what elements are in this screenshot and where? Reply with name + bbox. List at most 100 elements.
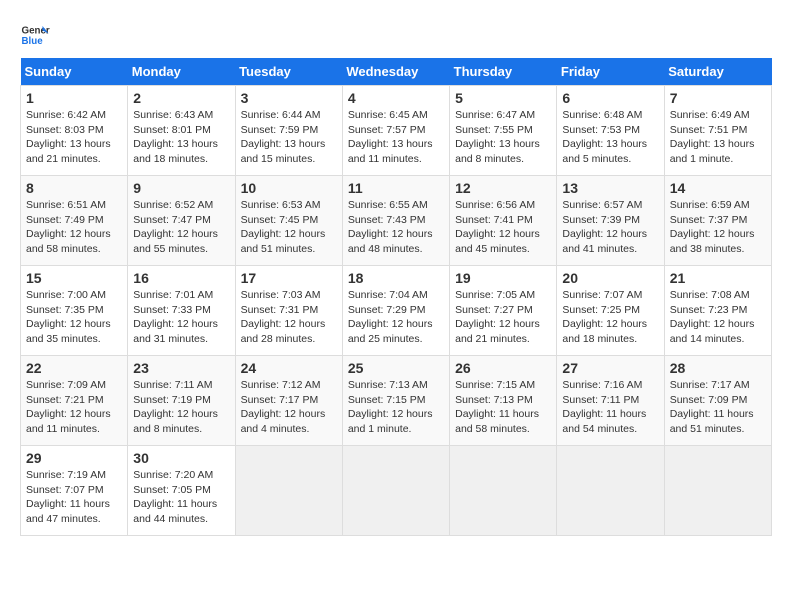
day-info: Sunrise: 6:55 AM Sunset: 7:43 PM Dayligh…: [348, 198, 444, 257]
day-info: Sunrise: 6:43 AM Sunset: 8:01 PM Dayligh…: [133, 108, 229, 167]
day-number: 29: [26, 450, 122, 466]
calendar-cell: 29 Sunrise: 7:19 AM Sunset: 7:07 PM Dayl…: [21, 446, 128, 536]
day-number: 25: [348, 360, 444, 376]
weekday-header-sunday: Sunday: [21, 58, 128, 86]
day-number: 18: [348, 270, 444, 286]
weekday-header-friday: Friday: [557, 58, 664, 86]
day-number: 27: [562, 360, 658, 376]
calendar-week-1: 1 Sunrise: 6:42 AM Sunset: 8:03 PM Dayli…: [21, 86, 772, 176]
day-number: 11: [348, 180, 444, 196]
calendar-cell: 16 Sunrise: 7:01 AM Sunset: 7:33 PM Dayl…: [128, 266, 235, 356]
day-number: 3: [241, 90, 337, 106]
day-info: Sunrise: 7:20 AM Sunset: 7:05 PM Dayligh…: [133, 468, 229, 527]
calendar-cell: [450, 446, 557, 536]
day-number: 2: [133, 90, 229, 106]
calendar-cell: 20 Sunrise: 7:07 AM Sunset: 7:25 PM Dayl…: [557, 266, 664, 356]
calendar-cell: 14 Sunrise: 6:59 AM Sunset: 7:37 PM Dayl…: [664, 176, 771, 266]
day-info: Sunrise: 7:12 AM Sunset: 7:17 PM Dayligh…: [241, 378, 337, 437]
calendar-cell: 7 Sunrise: 6:49 AM Sunset: 7:51 PM Dayli…: [664, 86, 771, 176]
calendar-cell: 11 Sunrise: 6:55 AM Sunset: 7:43 PM Dayl…: [342, 176, 449, 266]
day-info: Sunrise: 6:45 AM Sunset: 7:57 PM Dayligh…: [348, 108, 444, 167]
day-number: 17: [241, 270, 337, 286]
day-info: Sunrise: 7:04 AM Sunset: 7:29 PM Dayligh…: [348, 288, 444, 347]
calendar-cell: [664, 446, 771, 536]
calendar-cell: 6 Sunrise: 6:48 AM Sunset: 7:53 PM Dayli…: [557, 86, 664, 176]
calendar-cell: 21 Sunrise: 7:08 AM Sunset: 7:23 PM Dayl…: [664, 266, 771, 356]
day-info: Sunrise: 6:52 AM Sunset: 7:47 PM Dayligh…: [133, 198, 229, 257]
day-info: Sunrise: 6:42 AM Sunset: 8:03 PM Dayligh…: [26, 108, 122, 167]
day-info: Sunrise: 6:44 AM Sunset: 7:59 PM Dayligh…: [241, 108, 337, 167]
calendar-cell: 26 Sunrise: 7:15 AM Sunset: 7:13 PM Dayl…: [450, 356, 557, 446]
day-number: 22: [26, 360, 122, 376]
calendar-table: SundayMondayTuesdayWednesdayThursdayFrid…: [20, 58, 772, 536]
logo-icon: General Blue: [20, 20, 50, 50]
calendar-week-4: 22 Sunrise: 7:09 AM Sunset: 7:21 PM Dayl…: [21, 356, 772, 446]
day-number: 5: [455, 90, 551, 106]
calendar-cell: 24 Sunrise: 7:12 AM Sunset: 7:17 PM Dayl…: [235, 356, 342, 446]
day-number: 10: [241, 180, 337, 196]
day-info: Sunrise: 7:17 AM Sunset: 7:09 PM Dayligh…: [670, 378, 766, 437]
calendar-cell: 3 Sunrise: 6:44 AM Sunset: 7:59 PM Dayli…: [235, 86, 342, 176]
day-info: Sunrise: 6:49 AM Sunset: 7:51 PM Dayligh…: [670, 108, 766, 167]
calendar-week-3: 15 Sunrise: 7:00 AM Sunset: 7:35 PM Dayl…: [21, 266, 772, 356]
calendar-cell: 10 Sunrise: 6:53 AM Sunset: 7:45 PM Dayl…: [235, 176, 342, 266]
weekday-header-wednesday: Wednesday: [342, 58, 449, 86]
logo: General Blue: [20, 20, 50, 50]
day-number: 28: [670, 360, 766, 376]
day-info: Sunrise: 7:19 AM Sunset: 7:07 PM Dayligh…: [26, 468, 122, 527]
calendar-week-5: 29 Sunrise: 7:19 AM Sunset: 7:07 PM Dayl…: [21, 446, 772, 536]
day-number: 26: [455, 360, 551, 376]
day-info: Sunrise: 6:56 AM Sunset: 7:41 PM Dayligh…: [455, 198, 551, 257]
day-info: Sunrise: 7:11 AM Sunset: 7:19 PM Dayligh…: [133, 378, 229, 437]
day-info: Sunrise: 7:08 AM Sunset: 7:23 PM Dayligh…: [670, 288, 766, 347]
calendar-cell: 23 Sunrise: 7:11 AM Sunset: 7:19 PM Dayl…: [128, 356, 235, 446]
day-number: 21: [670, 270, 766, 286]
calendar-week-2: 8 Sunrise: 6:51 AM Sunset: 7:49 PM Dayli…: [21, 176, 772, 266]
day-info: Sunrise: 6:53 AM Sunset: 7:45 PM Dayligh…: [241, 198, 337, 257]
calendar-cell: 17 Sunrise: 7:03 AM Sunset: 7:31 PM Dayl…: [235, 266, 342, 356]
day-info: Sunrise: 6:48 AM Sunset: 7:53 PM Dayligh…: [562, 108, 658, 167]
day-info: Sunrise: 7:15 AM Sunset: 7:13 PM Dayligh…: [455, 378, 551, 437]
day-info: Sunrise: 6:59 AM Sunset: 7:37 PM Dayligh…: [670, 198, 766, 257]
day-number: 23: [133, 360, 229, 376]
weekday-header-row: SundayMondayTuesdayWednesdayThursdayFrid…: [21, 58, 772, 86]
day-info: Sunrise: 7:05 AM Sunset: 7:27 PM Dayligh…: [455, 288, 551, 347]
calendar-cell: 18 Sunrise: 7:04 AM Sunset: 7:29 PM Dayl…: [342, 266, 449, 356]
svg-text:Blue: Blue: [22, 36, 44, 47]
day-number: 19: [455, 270, 551, 286]
calendar-cell: [342, 446, 449, 536]
day-info: Sunrise: 7:09 AM Sunset: 7:21 PM Dayligh…: [26, 378, 122, 437]
day-info: Sunrise: 6:51 AM Sunset: 7:49 PM Dayligh…: [26, 198, 122, 257]
day-number: 8: [26, 180, 122, 196]
day-number: 7: [670, 90, 766, 106]
calendar-cell: 5 Sunrise: 6:47 AM Sunset: 7:55 PM Dayli…: [450, 86, 557, 176]
weekday-header-thursday: Thursday: [450, 58, 557, 86]
calendar-cell: 1 Sunrise: 6:42 AM Sunset: 8:03 PM Dayli…: [21, 86, 128, 176]
day-number: 12: [455, 180, 551, 196]
calendar-cell: 19 Sunrise: 7:05 AM Sunset: 7:27 PM Dayl…: [450, 266, 557, 356]
calendar-cell: 15 Sunrise: 7:00 AM Sunset: 7:35 PM Dayl…: [21, 266, 128, 356]
day-number: 9: [133, 180, 229, 196]
day-info: Sunrise: 6:47 AM Sunset: 7:55 PM Dayligh…: [455, 108, 551, 167]
calendar-cell: 22 Sunrise: 7:09 AM Sunset: 7:21 PM Dayl…: [21, 356, 128, 446]
calendar-cell: 28 Sunrise: 7:17 AM Sunset: 7:09 PM Dayl…: [664, 356, 771, 446]
calendar-cell: [557, 446, 664, 536]
day-number: 16: [133, 270, 229, 286]
calendar-body: 1 Sunrise: 6:42 AM Sunset: 8:03 PM Dayli…: [21, 86, 772, 536]
day-number: 6: [562, 90, 658, 106]
day-info: Sunrise: 7:00 AM Sunset: 7:35 PM Dayligh…: [26, 288, 122, 347]
calendar-cell: 27 Sunrise: 7:16 AM Sunset: 7:11 PM Dayl…: [557, 356, 664, 446]
day-number: 20: [562, 270, 658, 286]
day-number: 14: [670, 180, 766, 196]
calendar-cell: 25 Sunrise: 7:13 AM Sunset: 7:15 PM Dayl…: [342, 356, 449, 446]
day-number: 15: [26, 270, 122, 286]
day-info: Sunrise: 7:16 AM Sunset: 7:11 PM Dayligh…: [562, 378, 658, 437]
day-info: Sunrise: 7:03 AM Sunset: 7:31 PM Dayligh…: [241, 288, 337, 347]
day-info: Sunrise: 7:01 AM Sunset: 7:33 PM Dayligh…: [133, 288, 229, 347]
header: General Blue: [20, 20, 772, 50]
calendar-cell: 13 Sunrise: 6:57 AM Sunset: 7:39 PM Dayl…: [557, 176, 664, 266]
day-number: 4: [348, 90, 444, 106]
day-info: Sunrise: 7:13 AM Sunset: 7:15 PM Dayligh…: [348, 378, 444, 437]
weekday-header-tuesday: Tuesday: [235, 58, 342, 86]
day-info: Sunrise: 6:57 AM Sunset: 7:39 PM Dayligh…: [562, 198, 658, 257]
